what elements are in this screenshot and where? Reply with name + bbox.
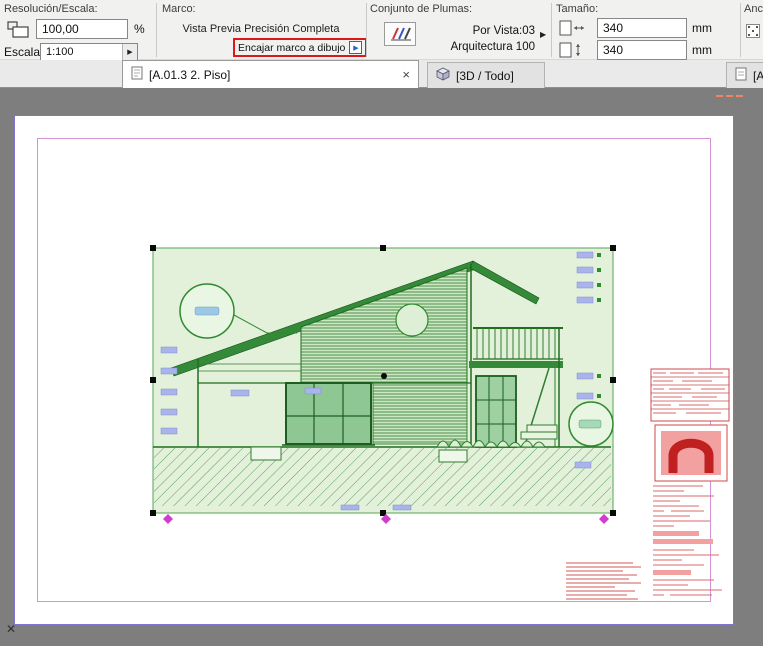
flyout-arrow-icon[interactable]: ▶ [122,44,137,60]
play-flyout-icon[interactable]: ▶ [349,41,362,54]
height-unit-label: mm [692,43,712,57]
layout-page-icon [131,66,143,83]
layout-sheet[interactable] [14,115,734,625]
section-divider [740,3,741,57]
fit-frame-highlight: Encajar marco a dibujo ▶ [233,38,367,57]
scale-value: 1:100 [41,46,122,58]
percent-label: % [134,22,145,36]
tab-3d[interactable]: [3D / Todo] [427,62,545,88]
section-divider [156,3,157,57]
scale-dropdown[interactable]: 1:100 ▶ [40,43,138,61]
layout-canvas[interactable]: ✕ [0,88,763,646]
settings-toolbar: Resolución/Escala: % Escala: 1:100 ▶ Mar… [0,0,763,60]
marker-dash [736,95,743,97]
width-unit-label: mm [692,21,712,35]
width-input[interactable] [597,18,687,38]
app-window: Resolución/Escala: % Escala: 1:100 ▶ Mar… [0,0,763,646]
pen-set-button[interactable] [384,22,416,46]
layout-drawing-selected[interactable] [145,240,621,524]
fit-frame-to-drawing-button[interactable]: Encajar marco a dibujo ▶ [238,41,362,54]
height-input[interactable] [597,40,687,60]
archicad-logo [655,425,727,481]
pen-set-section-title: Conjunto de Plumas: [370,3,472,15]
resolution-input[interactable] [36,19,128,39]
fit-frame-label: Encajar marco a dibujo [238,42,345,54]
pane-close-button[interactable]: ✕ [6,622,16,636]
marker-dash [726,95,733,97]
preview-mode-label[interactable]: Vista Previa Precisión Completa [166,23,356,35]
anchor-grid-icon[interactable] [746,24,761,39]
cube-3d-icon [436,67,450,84]
hotspot-diamond [163,514,609,524]
section-divider [366,3,367,57]
marco-section-title: Marco: [162,3,196,15]
tab-elevation-clipped[interactable]: [Alz [726,62,763,88]
page-height-icon [558,42,586,58]
marker-dash [716,95,723,97]
flyout-arrow-icon[interactable]: ▶ [540,30,546,39]
pen-set-name: Arquitectura 100 [438,41,535,53]
section-divider [551,3,552,57]
anchor-section-title: Ancl [744,3,763,15]
size-section-title: Tamaño: [556,3,598,15]
resolution-section-title: Resolución/Escala: [4,3,98,15]
scale-label: Escala: [4,45,43,59]
pen-set-mode: Por Vista:03 [440,25,535,37]
tab-label: [Alz [753,69,763,83]
page-width-icon [558,20,586,36]
tab-label: [A.01.3 2. Piso] [149,68,230,82]
scale-icon [7,21,31,38]
title-block[interactable] [563,364,735,608]
tab-label: [3D / Todo] [456,69,514,83]
tab-layout-active[interactable]: [A.01.3 2. Piso] × [122,60,419,88]
sheet-icon [735,67,747,84]
document-tabbar: [A.01.3 2. Piso] × [3D / Todo] [ [0,60,763,88]
pen-set-icon [387,24,413,45]
tab-close-icon[interactable]: × [402,67,410,82]
